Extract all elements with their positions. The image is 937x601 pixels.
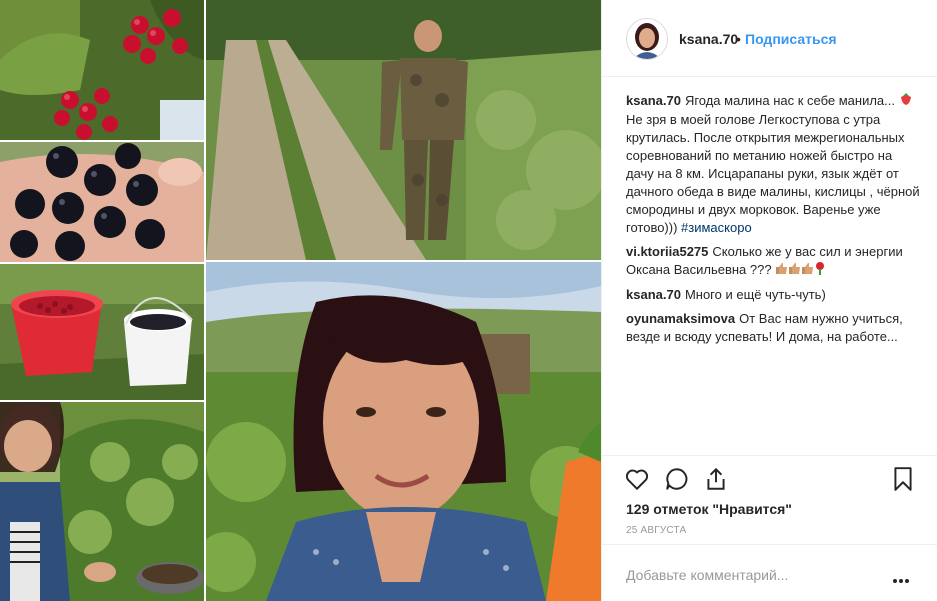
post-header: ksana.70 • Подписаться [602,0,937,77]
username[interactable]: ksana.70 [679,31,738,47]
thumbs-up-icon [788,262,801,280]
more-dots-icon[interactable] [892,571,910,589]
likes-count[interactable]: 129 отметок "Нравится" [626,501,792,517]
comment-username[interactable]: vi.ktoriia5275 [626,244,708,259]
comment-username[interactable]: oyunamaksimova [626,311,735,326]
avatar[interactable] [626,18,668,60]
caption: ksana.70 Ягода малина нас к себе манила..… [626,92,922,237]
comment: vi.ktoriia5275 Сколько же у вас сил и эне… [626,243,922,280]
heart-icon[interactable] [624,466,650,492]
photo-blackcurrant-hand [0,142,204,262]
comments-list: ksana.70 Ягода малина нас к себе манила..… [626,92,922,352]
bookmark-icon[interactable] [890,466,916,492]
comment-username[interactable]: ksana.70 [626,287,681,302]
photo-redcurrant [0,0,204,140]
separator-dot: • [736,31,741,47]
photo-woman-bushes [0,402,204,601]
photo-woman-selfie [206,262,601,601]
post-date: 25 АВГУСТА [626,525,687,536]
comment-icon[interactable] [664,466,690,492]
strawberry-icon [899,92,913,111]
share-icon[interactable] [703,466,729,492]
comment-text: Много и ещё чуть-чуть) [684,287,826,303]
comment-text: Ягода малина нас к себе манила... [684,93,895,108]
photo-man-on-road [206,0,601,260]
photo-berry-buckets [0,264,204,400]
thumbs-up-icon [801,262,814,280]
action-bar [602,455,937,503]
hashtag-link[interactable]: #зимаскоро [681,220,752,235]
post-photo-collage[interactable] [0,0,601,601]
comment: ksana.70 Много и ещё чуть-чуть) [626,286,922,304]
add-comment-bar: Добавьте комментарий... [602,544,937,601]
comment-input[interactable]: Добавьте комментарий... [626,567,788,583]
comment-text: Не зря в моей голове Легкоступова с утра… [626,112,920,236]
comment: oyunamaksimova От Вас нам нужно учиться, … [626,310,922,346]
rose-icon [814,261,826,280]
thumbs-up-icon [775,262,788,280]
comment-username[interactable]: ksana.70 [626,93,681,108]
follow-button[interactable]: Подписаться [745,31,837,47]
post-sidebar: ksana.70 • Подписаться ksana.70 Ягода мал… [601,0,937,601]
